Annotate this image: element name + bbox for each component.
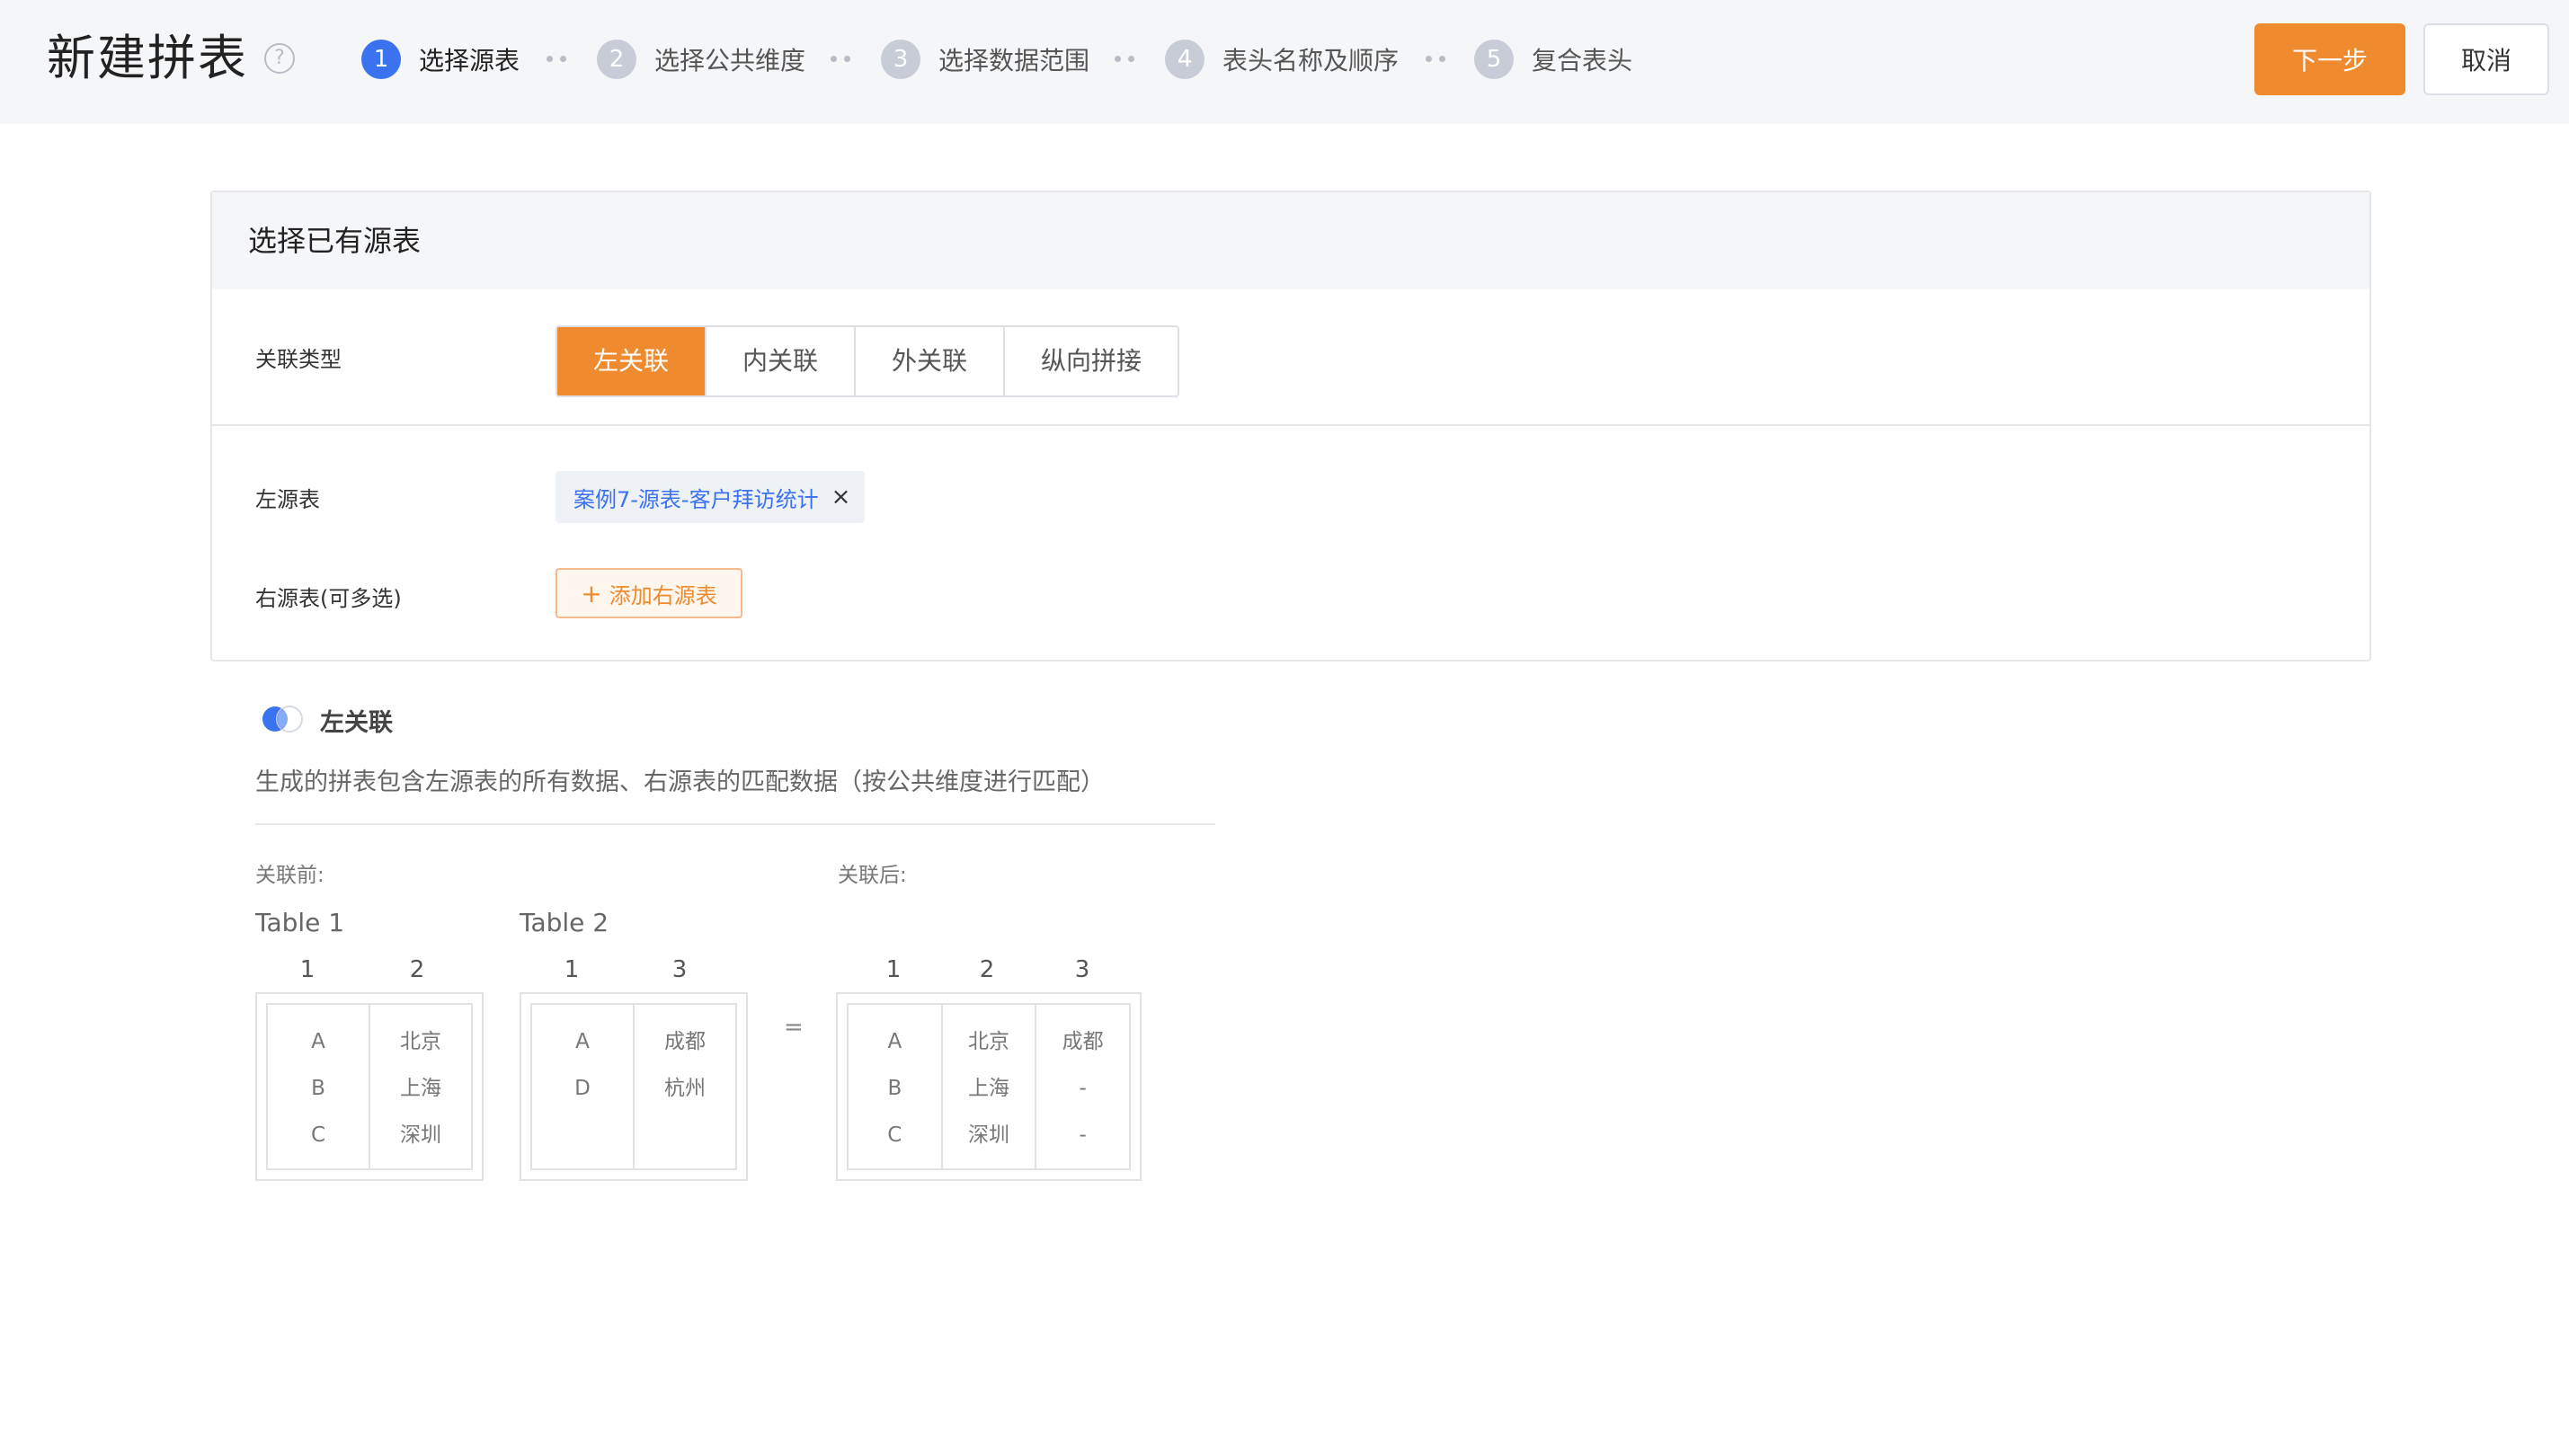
step-number: 2 <box>597 40 636 79</box>
table-cell: B <box>887 1077 902 1100</box>
right-source-label: 右源表(可多选) <box>255 586 402 611</box>
page-title: 新建拼表 <box>47 30 248 86</box>
table-cell: B <box>311 1077 325 1100</box>
join-explain-description: 生成的拼表包含左源表的所有数据、右源表的匹配数据（按公共维度进行匹配） <box>255 768 1105 796</box>
result-col-header: 2 <box>979 956 995 983</box>
join-type-segmented: 左关联 内关联 外关联 纵向拼接 <box>556 325 1180 397</box>
join-type-row: 关联类型 左关联 内关联 外关联 纵向拼接 <box>212 289 2369 426</box>
step-4[interactable]: 4 表头名称及顺序 <box>1165 40 1399 79</box>
step-separator <box>547 56 566 62</box>
table-cell: 成都 <box>1062 1030 1104 1053</box>
step-separator <box>1426 56 1445 62</box>
join-type-label: 关联类型 <box>255 347 342 372</box>
source-table-card: 选择已有源表 关联类型 左关联 内关联 外关联 纵向拼接 左源表 案例7-源表-… <box>210 191 2371 661</box>
source-rows: 左源表 案例7-源表-客户拜访统计 × 右源表(可多选) + 添加右源表 <box>212 426 2369 658</box>
table-cell: A <box>311 1030 325 1053</box>
step-5[interactable]: 5 复合表头 <box>1474 40 1632 79</box>
result-col-header: 1 <box>885 956 902 983</box>
next-step-button[interactable]: 下一步 <box>2254 23 2405 95</box>
table2-diagram: A D 成都 杭州 <box>520 992 748 1181</box>
left-source-tag-text[interactable]: 案例7-源表-客户拜访统计 <box>573 482 819 513</box>
table2-col-header: 3 <box>671 956 688 983</box>
card-title: 选择已有源表 <box>212 192 2369 289</box>
result-column: 北京 上海 深圳 <box>940 1005 1036 1168</box>
table1-name: Table 1 <box>255 908 345 937</box>
join-vertical-button[interactable]: 纵向拼接 <box>1005 327 1178 395</box>
page: 新建拼表 ? 1 选择源表 2 选择公共维度 3 选择数据范围 4 表头名称及顺… <box>0 0 2569 1456</box>
result-column: 成都 - - <box>1035 1005 1129 1168</box>
step-number: 3 <box>881 40 920 79</box>
table1-column: 北京 上海 深圳 <box>369 1005 471 1168</box>
result-column: A B C <box>849 1005 941 1168</box>
plus-icon: + <box>581 578 602 608</box>
left-source-tag[interactable]: 案例7-源表-客户拜访统计 × <box>556 471 866 523</box>
join-inner-button[interactable]: 内关联 <box>707 327 857 395</box>
equals-sign: = <box>784 1014 804 1041</box>
close-icon[interactable]: × <box>831 484 851 510</box>
step-number: 5 <box>1474 40 1514 79</box>
add-right-source-button[interactable]: + 添加右源表 <box>556 568 742 618</box>
add-right-source-label: 添加右源表 <box>609 582 717 608</box>
left-join-icon <box>262 706 303 732</box>
table-cell: C <box>887 1123 902 1147</box>
step-number: 4 <box>1165 40 1204 79</box>
table1-col-header: 1 <box>299 956 316 983</box>
step-label: 选择源表 <box>419 46 520 75</box>
table-cell: D <box>574 1077 591 1100</box>
left-source-label: 左源表 <box>255 487 320 512</box>
table1-col-header: 2 <box>409 956 425 983</box>
step-1[interactable]: 1 选择源表 <box>361 40 520 79</box>
step-label: 选择数据范围 <box>938 46 1090 75</box>
table2-column: 成都 杭州 <box>633 1005 735 1168</box>
step-number: 1 <box>361 40 401 79</box>
step-separator <box>831 56 850 62</box>
join-left-button[interactable]: 左关联 <box>557 327 707 395</box>
result-table-diagram: A B C 北京 上海 深圳 成都 - - <box>836 992 1142 1181</box>
step-label: 选择公共维度 <box>654 46 806 75</box>
table1-column: A B C <box>268 1005 369 1168</box>
table-cell: 深圳 <box>400 1123 441 1147</box>
table-cell: 北京 <box>400 1030 441 1053</box>
table-cell: 上海 <box>968 1077 1009 1100</box>
step-label: 复合表头 <box>1532 46 1633 75</box>
help-icon[interactable]: ? <box>264 43 295 74</box>
cancel-button[interactable]: 取消 <box>2423 23 2549 95</box>
after-label: 关联后: <box>838 864 907 887</box>
step-3[interactable]: 3 选择数据范围 <box>881 40 1089 79</box>
join-outer-button[interactable]: 外关联 <box>856 327 1006 395</box>
table2-name: Table 2 <box>520 908 609 937</box>
step-label: 表头名称及顺序 <box>1222 46 1400 75</box>
table-cell: A <box>575 1030 590 1053</box>
table-cell: A <box>887 1030 902 1053</box>
divider <box>255 823 1215 825</box>
table-cell: C <box>310 1123 326 1147</box>
table2-col-header: 1 <box>564 956 580 983</box>
table-cell: 深圳 <box>968 1123 1009 1147</box>
join-explain-title: 左关联 <box>320 709 393 737</box>
step-separator <box>1115 56 1134 62</box>
before-label: 关联前: <box>255 864 324 887</box>
table1-diagram: A B C 北京 上海 深圳 <box>255 992 484 1181</box>
table-cell: 上海 <box>400 1077 441 1100</box>
table-cell: - <box>1079 1123 1087 1147</box>
header-bar: 新建拼表 ? 1 选择源表 2 选择公共维度 3 选择数据范围 4 表头名称及顺… <box>0 0 2569 124</box>
table-cell: - <box>1079 1077 1087 1100</box>
table2-column: A D <box>532 1005 633 1168</box>
table-cell: 杭州 <box>664 1077 706 1100</box>
result-col-header: 3 <box>1074 956 1090 983</box>
step-2[interactable]: 2 选择公共维度 <box>597 40 805 79</box>
table-cell: 成都 <box>664 1030 706 1053</box>
table-cell: 北京 <box>968 1030 1009 1053</box>
